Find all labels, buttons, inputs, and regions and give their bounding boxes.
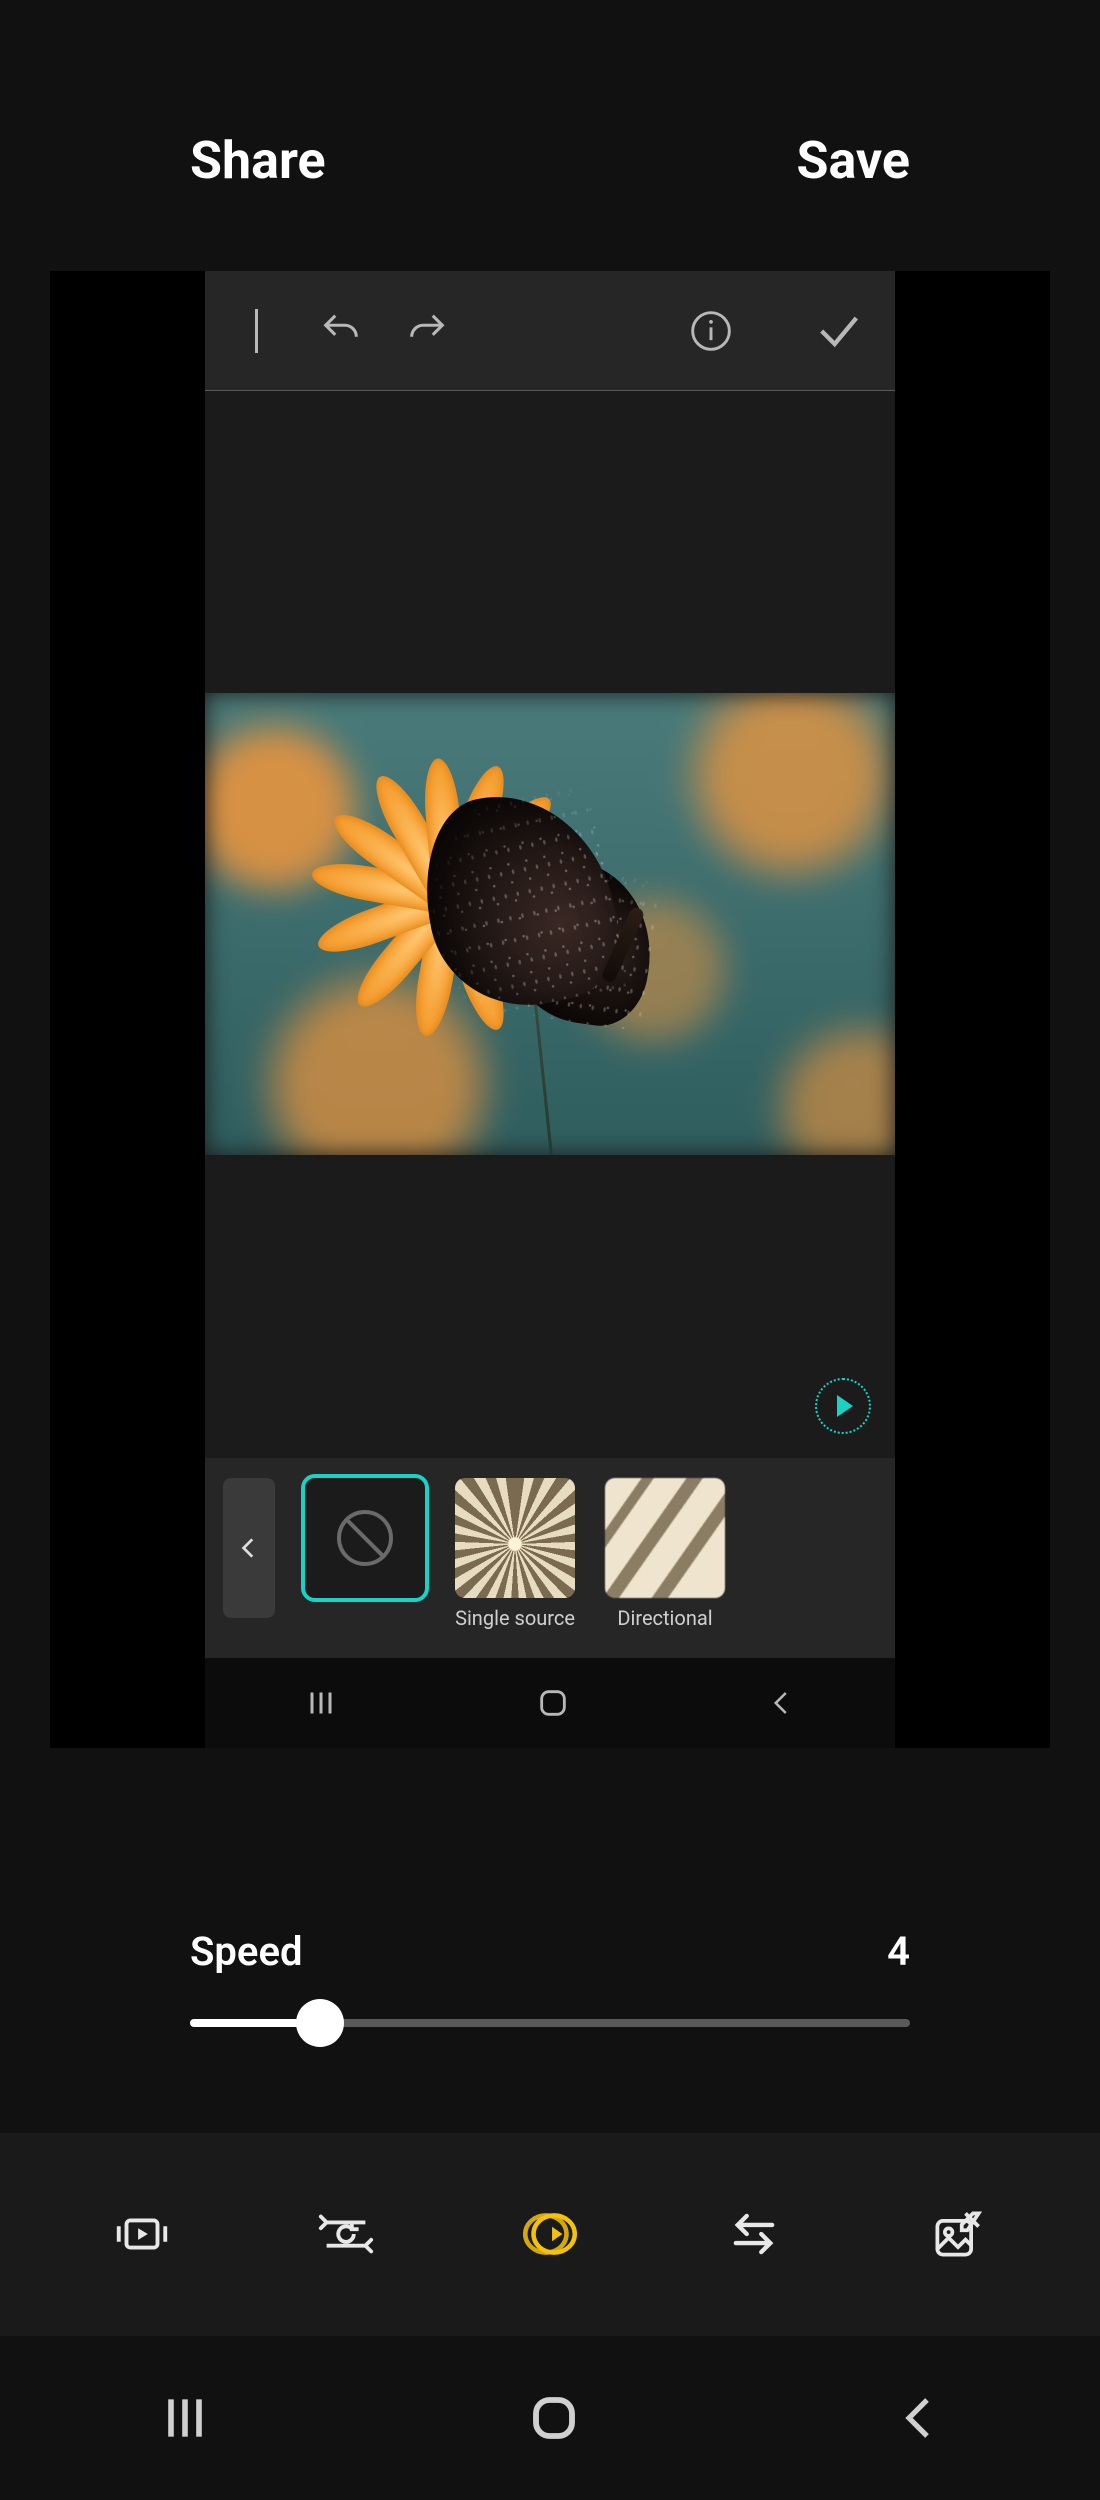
- effect-directional[interactable]: Directional: [605, 1478, 725, 1630]
- speed-value: 4: [887, 1928, 910, 1975]
- effect-none[interactable]: [305, 1478, 425, 1606]
- preview-frame: Single source Directional: [50, 271, 1050, 1748]
- speed-slider[interactable]: [190, 2003, 910, 2043]
- system-recents-icon[interactable]: [157, 2390, 213, 2446]
- bottom-toolbar: [0, 2133, 1100, 2336]
- confirm-check-icon[interactable]: [813, 305, 865, 357]
- speed-label: Speed: [190, 1928, 302, 1975]
- inner-toolbar: [205, 271, 895, 391]
- effects-strip: Single source Directional: [205, 1458, 895, 1658]
- info-icon[interactable]: [689, 309, 733, 353]
- inner-back-icon[interactable]: [767, 1688, 797, 1718]
- redo-icon[interactable]: [404, 308, 450, 354]
- inner-home-icon[interactable]: [536, 1686, 570, 1720]
- loop-tool-icon[interactable]: [306, 2194, 386, 2274]
- system-home-icon[interactable]: [527, 2391, 581, 2445]
- share-button[interactable]: Share: [190, 130, 326, 191]
- image-canvas[interactable]: [205, 391, 895, 1458]
- preview-image: [205, 693, 895, 1155]
- boomerang-tool-icon[interactable]: [510, 2194, 590, 2274]
- inner-recents-icon[interactable]: [303, 1685, 339, 1721]
- save-button[interactable]: Save: [796, 130, 910, 191]
- play-icon[interactable]: [815, 1378, 871, 1434]
- inner-nav-bar: [205, 1658, 895, 1748]
- clip-tool-icon[interactable]: [102, 2194, 182, 2274]
- effect-directional-label: Directional: [617, 1606, 712, 1630]
- system-back-icon[interactable]: [895, 2394, 943, 2442]
- undo-icon[interactable]: [318, 308, 364, 354]
- effects-back-button[interactable]: [223, 1478, 275, 1618]
- edit-image-tool-icon[interactable]: [918, 2194, 998, 2274]
- swap-tool-icon[interactable]: [714, 2194, 794, 2274]
- effect-single-source[interactable]: Single source: [455, 1478, 575, 1630]
- effect-single-source-label: Single source: [455, 1606, 575, 1630]
- system-nav-bar: [0, 2336, 1100, 2500]
- none-icon: [337, 1510, 393, 1566]
- cursor-indicator: [255, 309, 258, 353]
